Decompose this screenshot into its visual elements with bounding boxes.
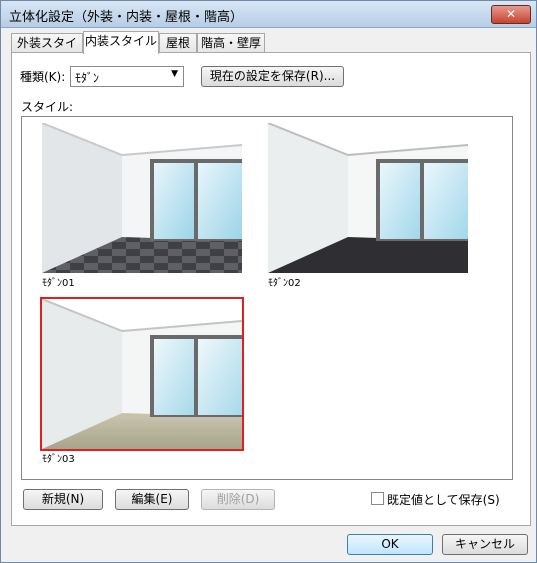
save-current-settings-button[interactable]: 現在の設定を保存(R)...	[201, 66, 344, 87]
style-thumbnail-modern03[interactable]	[40, 297, 244, 451]
window-title: 立体化設定（外装・内装・屋根・階高）	[9, 10, 244, 25]
style-caption: ﾓﾀﾞﾝ02	[268, 278, 301, 289]
close-button[interactable]: ✕	[491, 5, 531, 24]
cancel-button[interactable]: キャンセル	[442, 534, 528, 555]
style-caption: ﾓﾀﾞﾝ03	[42, 454, 75, 465]
tab-interior-style[interactable]: 内装スタイル	[83, 31, 159, 54]
type-select[interactable]: ﾓﾀﾞﾝ ▼	[70, 66, 184, 87]
style-list[interactable]: ﾓﾀﾞﾝ01 ﾓﾀﾞﾝ02 ﾓﾀﾞﾝ03	[21, 116, 513, 480]
tab-floor-height[interactable]: 階高・壁厚	[197, 33, 265, 53]
save-as-default-label: 既定値として保存(S)	[387, 493, 500, 507]
delete-style-button[interactable]: 削除(D)	[201, 489, 275, 510]
style-thumbnail-modern02[interactable]	[267, 122, 469, 273]
ok-button[interactable]: OK	[347, 534, 433, 555]
room-image	[267, 122, 469, 273]
style-caption: ﾓﾀﾞﾝ01	[42, 278, 75, 289]
tab-exterior-style[interactable]: 外装スタイル	[11, 33, 83, 68]
room-image	[41, 298, 243, 449]
type-label: 種類(K):	[20, 70, 66, 84]
room-image	[41, 122, 243, 273]
title-bar: 立体化設定（外装・内装・屋根・階高） ✕	[1, 1, 536, 28]
new-style-button[interactable]: 新規(N)	[23, 489, 103, 510]
save-as-default-checkbox[interactable]	[371, 492, 384, 505]
type-select-value: ﾓﾀﾞﾝ	[75, 71, 100, 85]
tab-roof[interactable]: 屋根	[159, 33, 197, 53]
style-label: スタイル:	[21, 100, 74, 114]
edit-style-button[interactable]: 編集(E)	[115, 489, 189, 510]
style-thumbnail-modern01[interactable]	[41, 122, 243, 273]
interior-style-dialog: 立体化設定（外装・内装・屋根・階高） ✕ 外装スタイル 内装スタイル 屋根 階高…	[0, 0, 537, 563]
chevron-down-icon: ▼	[171, 69, 178, 79]
